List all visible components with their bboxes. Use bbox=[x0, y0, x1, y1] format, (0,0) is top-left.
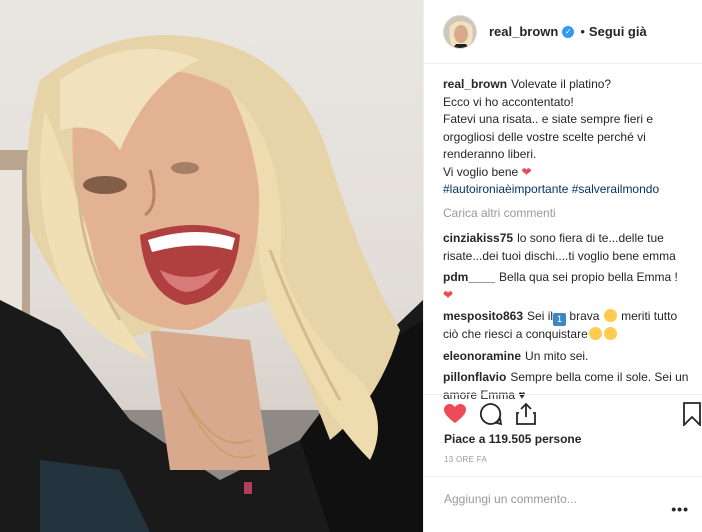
comment: eleonoramine Un mito sei. bbox=[443, 348, 695, 366]
avatar[interactable] bbox=[443, 14, 477, 49]
caption-line: renderanno liberi. bbox=[443, 147, 537, 161]
comment-username[interactable]: mesposito863 bbox=[443, 309, 523, 323]
header-username[interactable]: real_brown bbox=[489, 24, 558, 39]
caption-line: Volevate il platino? bbox=[511, 77, 612, 91]
caption-hashtags[interactable]: #lautoironiaèimportante #salverailmondo bbox=[443, 182, 659, 196]
comment-text: Un mito sei. bbox=[525, 348, 589, 363]
comment-username[interactable]: pdm____ bbox=[443, 270, 495, 284]
comment-input[interactable] bbox=[442, 487, 666, 511]
comment-username[interactable]: pillonflavio bbox=[443, 370, 506, 384]
kiss-emoji-icon bbox=[588, 327, 602, 340]
hug-emoji-icon bbox=[603, 327, 617, 340]
heart-icon[interactable] bbox=[443, 402, 467, 426]
comment-text: brava bbox=[569, 309, 600, 323]
load-more-comments-link[interactable]: Carica altri commenti bbox=[443, 205, 695, 223]
share-icon[interactable] bbox=[514, 402, 538, 426]
following-button[interactable]: Segui già bbox=[589, 24, 647, 39]
number-one-emoji-icon: 1 bbox=[553, 313, 567, 326]
caption-line: Vi voglio bene bbox=[443, 164, 519, 179]
caption: real_brown Volevate il platino? Ecco vi h… bbox=[443, 76, 695, 199]
comment-username[interactable]: cinziakiss75 bbox=[443, 231, 513, 245]
action-bar bbox=[424, 394, 702, 432]
separator-dot: • bbox=[580, 24, 585, 39]
post-sidebar: real_brown ✓ • Segui già real_brown Volev… bbox=[423, 0, 702, 532]
comment: cinziakiss75 lo sono fiera di te...delle … bbox=[443, 230, 695, 265]
comment: mesposito863 Sei il 1 brava meriti tutto c… bbox=[443, 308, 695, 344]
more-options-icon[interactable]: ••• bbox=[671, 501, 689, 517]
smile-emoji-icon bbox=[603, 309, 617, 322]
selfie-image bbox=[0, 35, 423, 532]
post-header: real_brown ✓ • Segui già bbox=[424, 0, 702, 64]
comment-text: Sei il bbox=[527, 309, 554, 323]
caption-username[interactable]: real_brown bbox=[443, 77, 507, 91]
verified-icon: ✓ bbox=[562, 25, 575, 38]
caption-line: orgogliosi delle vostre scelte perché vi bbox=[443, 129, 646, 144]
post-timestamp[interactable]: 13 ORE FA bbox=[444, 455, 487, 464]
caption-line: Fatevi una risata.. e siate sempre fieri… bbox=[443, 112, 654, 126]
comment-username[interactable]: eleonoramine bbox=[443, 349, 521, 363]
likes-count[interactable]: Piace a 119.505 persone bbox=[444, 432, 581, 446]
comment: pdm____ Bella qua sei propio bella Emma !… bbox=[443, 269, 695, 304]
red-heart-emoji-icon: ❤ bbox=[443, 287, 454, 302]
add-comment-bar: ••• bbox=[424, 476, 702, 532]
comment-text: Bella qua sei propio bella Emma ! bbox=[499, 270, 678, 284]
comments-area: real_brown Volevate il platino? Ecco vi h… bbox=[443, 76, 695, 408]
comment-icon[interactable] bbox=[479, 402, 503, 426]
caption-line: Ecco vi ho accontentato! bbox=[443, 94, 574, 109]
post-photo[interactable] bbox=[0, 0, 423, 532]
red-heart-emoji-icon: ❤ bbox=[521, 164, 532, 179]
bookmark-icon[interactable] bbox=[682, 402, 702, 428]
